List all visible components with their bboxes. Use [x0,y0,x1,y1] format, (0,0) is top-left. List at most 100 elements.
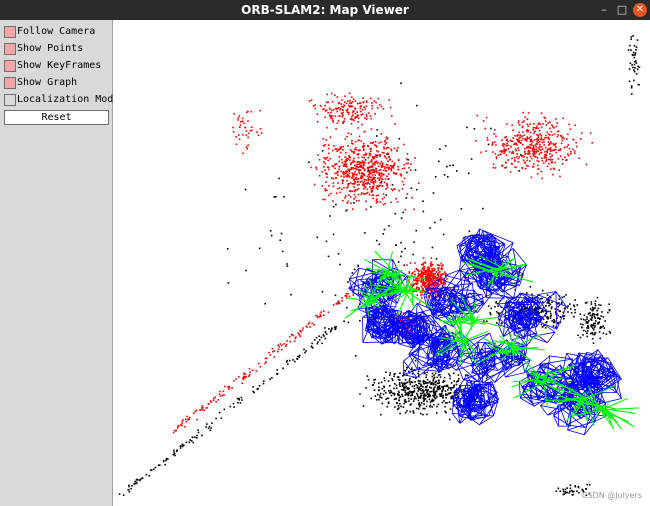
map-canvas[interactable] [113,20,650,506]
follow-camera-checkbox[interactable] [4,26,16,38]
map-point [631,54,634,56]
map-point [329,330,332,333]
map-point [337,174,339,176]
map-point [237,117,240,119]
maximize-icon[interactable]: □ [614,2,630,18]
map-point [407,391,410,394]
map-point [408,370,410,373]
map-point [537,141,539,144]
map-point [333,145,335,147]
map-point [332,185,335,188]
map-point [324,158,327,160]
close-icon[interactable]: ✕ [633,3,647,17]
map-point [426,270,429,273]
map-point [408,400,410,402]
map-point [424,380,426,383]
map-point [379,396,381,399]
map-point [385,188,387,190]
map-point [460,208,463,210]
map-point [257,134,260,137]
map-point [281,344,283,347]
map-point [369,115,372,117]
map-point [265,361,267,363]
map-point [354,116,356,118]
show-graph-checkbox[interactable] [4,77,16,89]
map-point [316,120,319,123]
map-point [591,317,593,319]
show-keyframes-checkbox[interactable] [4,60,16,72]
reset-button[interactable]: Reset [4,110,109,125]
map-point [351,115,353,118]
map-point [339,115,341,117]
map-point [549,153,551,155]
map-point [323,161,325,163]
map-point [380,164,383,167]
map-point [227,385,229,388]
map-point [424,393,426,395]
minimize-icon[interactable]: – [596,2,612,18]
map-point [372,168,375,171]
map-point [439,394,442,397]
map-point [376,188,379,190]
map-point [526,123,529,126]
map-point [495,311,498,313]
map-point [228,386,231,389]
map-point [344,101,346,103]
show-points-checkbox[interactable] [4,43,16,55]
map-point [378,179,381,182]
map-point [591,142,593,144]
map-point [133,483,135,485]
map-point [403,164,405,166]
map-point [514,148,517,150]
map-point [436,376,439,379]
map-point [378,142,380,144]
map-point [259,127,262,130]
map-point [345,160,347,163]
map-point [148,475,150,477]
map-point [429,272,432,274]
map-point [368,154,371,157]
map-point [384,167,386,170]
map-point [362,172,364,175]
map-point [444,282,446,285]
map-point [538,130,541,132]
map-point [558,304,561,307]
map-viewport[interactable]: CSDN @Julyers [113,20,650,506]
map-point [341,99,343,101]
map-point [422,386,424,388]
map-point [345,175,347,177]
map-point [550,312,552,315]
map-point [494,167,497,169]
map-point [516,135,518,137]
map-point [336,188,339,190]
map-point [351,190,354,193]
map-point [532,144,534,147]
map-point [554,326,557,328]
map-point [591,306,594,309]
map-point [433,395,435,398]
map-point [414,396,416,398]
map-point [316,113,319,115]
map-point [246,148,249,150]
localization-mode-checkbox[interactable] [4,94,16,106]
map-point [422,263,425,266]
map-point [501,165,503,167]
map-point [344,151,347,154]
map-point [368,171,371,174]
control-panel: Follow Camera Show Points Show KeyFrames… [0,20,119,506]
map-point [480,151,482,154]
map-point [485,116,488,119]
map-point [208,425,211,428]
map-point [586,332,588,334]
map-point [410,381,412,383]
map-point [332,177,335,180]
map-point [407,387,409,389]
map-point [379,174,381,177]
map-point [630,36,633,38]
map-point [367,170,369,173]
map-point [326,189,328,192]
map-point [349,196,352,198]
map-point [237,376,240,378]
map-point [134,482,137,485]
map-point [343,173,345,176]
